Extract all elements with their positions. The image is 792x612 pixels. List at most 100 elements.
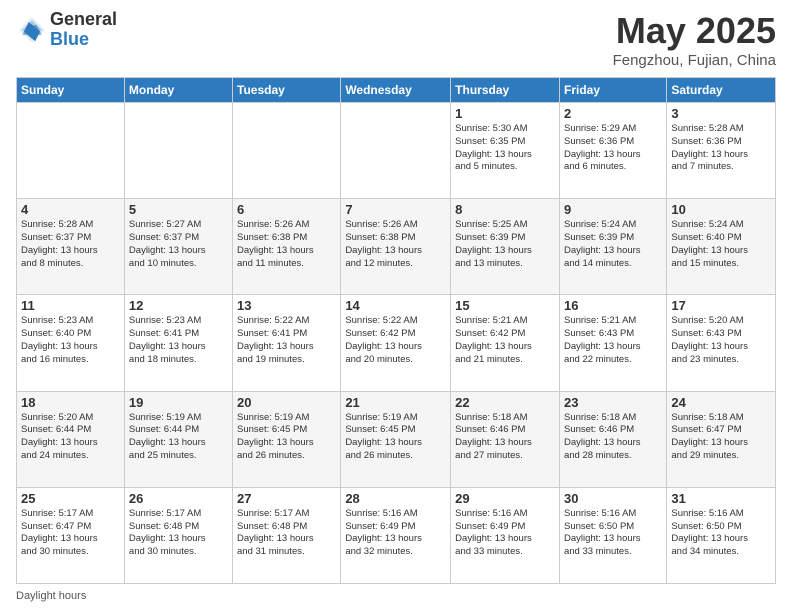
day-info: Sunrise: 5:27 AMSunset: 6:37 PMDaylight:… bbox=[129, 219, 228, 270]
calendar-cell: 20Sunrise: 5:19 AMSunset: 6:45 PMDayligh… bbox=[233, 391, 341, 487]
day-number: 18 bbox=[21, 395, 120, 410]
calendar-cell: 28 Sunrise: 5:16 AMSunset: 6:49 PMDayligh… bbox=[341, 487, 451, 583]
calendar-cell: 10 Sunrise: 5:24 AMSunset: 6:40 PMDayligh… bbox=[667, 199, 776, 295]
day-info: Sunrise: 5:19 AMSunset: 6:44 PMDaylight:… bbox=[129, 412, 228, 463]
logo-text: General Blue bbox=[50, 10, 117, 50]
footer: Daylight hours bbox=[16, 590, 776, 602]
calendar-cell: 16 Sunrise: 5:21 AMSunset: 6:43 PMDayligh… bbox=[559, 295, 666, 391]
day-info: Sunrise: 5:17 AMSunset: 6:48 PMDaylight:… bbox=[237, 508, 336, 559]
logo-general-text: General bbox=[50, 10, 117, 30]
day-number: 29 bbox=[455, 491, 555, 506]
day-number: 19 bbox=[129, 395, 228, 410]
calendar-cell: 9Sunrise: 5:24 AMSunset: 6:39 PMDaylight… bbox=[559, 199, 666, 295]
calendar-cell: 12Sunrise: 5:23 AMSunset: 6:41 PMDayligh… bbox=[124, 295, 232, 391]
calendar-cell: 6 Sunrise: 5:26 AMSunset: 6:38 PMDaylight… bbox=[233, 199, 341, 295]
calendar-cell: 17Sunrise: 5:20 AMSunset: 6:43 PMDayligh… bbox=[667, 295, 776, 391]
calendar-cell: 21Sunrise: 5:19 AMSunset: 6:45 PMDayligh… bbox=[341, 391, 451, 487]
header: General Blue May 2025 Fengzhou, Fujian, … bbox=[16, 10, 776, 69]
day-info: Sunrise: 5:18 AMSunset: 6:47 PMDaylight:… bbox=[671, 412, 771, 463]
day-info: Sunrise: 5:28 AMSunset: 6:36 PMDaylight:… bbox=[671, 123, 771, 174]
day-info: Sunrise: 5:19 AMSunset: 6:45 PMDaylight:… bbox=[345, 412, 446, 463]
day-number: 30 bbox=[564, 491, 662, 506]
calendar-cell: 3 Sunrise: 5:28 AMSunset: 6:36 PMDaylight… bbox=[667, 103, 776, 199]
daylight-label: Daylight hours bbox=[16, 590, 86, 602]
calendar-cell bbox=[233, 103, 341, 199]
calendar-week-row: 18 Sunrise: 5:20 AMSunset: 6:44 PMDayligh… bbox=[17, 391, 776, 487]
day-number: 13 bbox=[237, 298, 336, 313]
day-number: 8 bbox=[455, 202, 555, 217]
weekday-header-sunday: Sunday bbox=[17, 78, 125, 103]
calendar-cell: 2 Sunrise: 5:29 AMSunset: 6:36 PMDaylight… bbox=[559, 103, 666, 199]
day-info: Sunrise: 5:26 AMSunset: 6:38 PMDaylight:… bbox=[345, 219, 446, 270]
calendar-cell: 22 Sunrise: 5:18 AMSunset: 6:46 PMDayligh… bbox=[451, 391, 560, 487]
day-info: Sunrise: 5:20 AMSunset: 6:44 PMDaylight:… bbox=[21, 412, 120, 463]
day-number: 9 bbox=[564, 202, 662, 217]
weekday-header-wednesday: Wednesday bbox=[341, 78, 451, 103]
day-info: Sunrise: 5:25 AMSunset: 6:39 PMDaylight:… bbox=[455, 219, 555, 270]
calendar-cell: 15Sunrise: 5:21 AMSunset: 6:42 PMDayligh… bbox=[451, 295, 560, 391]
calendar-cell: 19 Sunrise: 5:19 AMSunset: 6:44 PMDayligh… bbox=[124, 391, 232, 487]
day-number: 27 bbox=[237, 491, 336, 506]
day-number: 16 bbox=[564, 298, 662, 313]
day-info: Sunrise: 5:26 AMSunset: 6:38 PMDaylight:… bbox=[237, 219, 336, 270]
day-info: Sunrise: 5:22 AMSunset: 6:41 PMDaylight:… bbox=[237, 315, 336, 366]
calendar-cell: 8 Sunrise: 5:25 AMSunset: 6:39 PMDaylight… bbox=[451, 199, 560, 295]
day-info: Sunrise: 5:21 AMSunset: 6:43 PMDaylight:… bbox=[564, 315, 662, 366]
page: General Blue May 2025 Fengzhou, Fujian, … bbox=[0, 0, 792, 612]
day-number: 1 bbox=[455, 106, 555, 121]
day-info: Sunrise: 5:23 AMSunset: 6:40 PMDaylight:… bbox=[21, 315, 120, 366]
day-info: Sunrise: 5:17 AMSunset: 6:47 PMDaylight:… bbox=[21, 508, 120, 559]
day-number: 28 bbox=[345, 491, 446, 506]
calendar-cell: 30 Sunrise: 5:16 AMSunset: 6:50 PMDayligh… bbox=[559, 487, 666, 583]
calendar-table: SundayMondayTuesdayWednesdayThursdayFrid… bbox=[16, 77, 776, 584]
day-info: Sunrise: 5:22 AMSunset: 6:42 PMDaylight:… bbox=[345, 315, 446, 366]
day-info: Sunrise: 5:29 AMSunset: 6:36 PMDaylight:… bbox=[564, 123, 662, 174]
day-info: Sunrise: 5:28 AMSunset: 6:37 PMDaylight:… bbox=[21, 219, 120, 270]
calendar-cell bbox=[124, 103, 232, 199]
day-info: Sunrise: 5:17 AMSunset: 6:48 PMDaylight:… bbox=[129, 508, 228, 559]
calendar-cell: 14Sunrise: 5:22 AMSunset: 6:42 PMDayligh… bbox=[341, 295, 451, 391]
day-info: Sunrise: 5:16 AMSunset: 6:49 PMDaylight:… bbox=[455, 508, 555, 559]
calendar-cell: 4Sunrise: 5:28 AMSunset: 6:37 PMDaylight… bbox=[17, 199, 125, 295]
weekday-header-thursday: Thursday bbox=[451, 78, 560, 103]
calendar-cell: 1 Sunrise: 5:30 AMSunset: 6:35 PMDaylight… bbox=[451, 103, 560, 199]
weekday-header-friday: Friday bbox=[559, 78, 666, 103]
calendar-cell: 23 Sunrise: 5:18 AMSunset: 6:46 PMDayligh… bbox=[559, 391, 666, 487]
day-number: 17 bbox=[671, 298, 771, 313]
calendar-week-row: 25Sunrise: 5:17 AMSunset: 6:47 PMDayligh… bbox=[17, 487, 776, 583]
day-number: 5 bbox=[129, 202, 228, 217]
calendar-cell: 11 Sunrise: 5:23 AMSunset: 6:40 PMDayligh… bbox=[17, 295, 125, 391]
day-info: Sunrise: 5:30 AMSunset: 6:35 PMDaylight:… bbox=[455, 123, 555, 174]
day-info: Sunrise: 5:16 AMSunset: 6:50 PMDaylight:… bbox=[564, 508, 662, 559]
calendar-week-row: 1 Sunrise: 5:30 AMSunset: 6:35 PMDaylight… bbox=[17, 103, 776, 199]
day-number: 10 bbox=[671, 202, 771, 217]
day-number: 22 bbox=[455, 395, 555, 410]
calendar-cell bbox=[341, 103, 451, 199]
title-month: May 2025 bbox=[613, 10, 776, 52]
calendar-cell: 13 Sunrise: 5:22 AMSunset: 6:41 PMDayligh… bbox=[233, 295, 341, 391]
day-number: 26 bbox=[129, 491, 228, 506]
logo-icon bbox=[16, 14, 48, 46]
day-number: 7 bbox=[345, 202, 446, 217]
calendar-cell: 26 Sunrise: 5:17 AMSunset: 6:48 PMDayligh… bbox=[124, 487, 232, 583]
day-number: 24 bbox=[671, 395, 771, 410]
calendar-cell: 25Sunrise: 5:17 AMSunset: 6:47 PMDayligh… bbox=[17, 487, 125, 583]
day-number: 2 bbox=[564, 106, 662, 121]
day-info: Sunrise: 5:19 AMSunset: 6:45 PMDaylight:… bbox=[237, 412, 336, 463]
weekday-header-saturday: Saturday bbox=[667, 78, 776, 103]
day-number: 3 bbox=[671, 106, 771, 121]
day-number: 6 bbox=[237, 202, 336, 217]
day-number: 15 bbox=[455, 298, 555, 313]
day-info: Sunrise: 5:18 AMSunset: 6:46 PMDaylight:… bbox=[455, 412, 555, 463]
logo-blue-text: Blue bbox=[50, 30, 117, 50]
day-number: 31 bbox=[671, 491, 771, 506]
calendar-cell: 24 Sunrise: 5:18 AMSunset: 6:47 PMDayligh… bbox=[667, 391, 776, 487]
calendar-cell bbox=[17, 103, 125, 199]
calendar-cell: 18 Sunrise: 5:20 AMSunset: 6:44 PMDayligh… bbox=[17, 391, 125, 487]
day-number: 23 bbox=[564, 395, 662, 410]
calendar-cell: 7 Sunrise: 5:26 AMSunset: 6:38 PMDaylight… bbox=[341, 199, 451, 295]
day-number: 11 bbox=[21, 298, 120, 313]
day-info: Sunrise: 5:24 AMSunset: 6:40 PMDaylight:… bbox=[671, 219, 771, 270]
day-info: Sunrise: 5:16 AMSunset: 6:49 PMDaylight:… bbox=[345, 508, 446, 559]
day-info: Sunrise: 5:18 AMSunset: 6:46 PMDaylight:… bbox=[564, 412, 662, 463]
